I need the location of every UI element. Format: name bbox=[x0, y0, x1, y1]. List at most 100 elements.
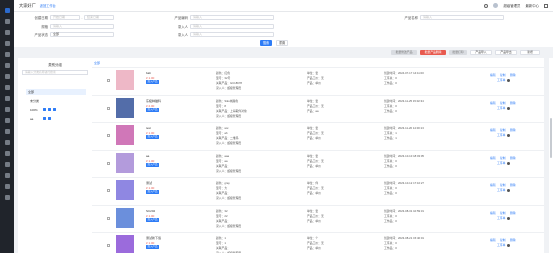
add-product-tag[interactable]: 加入产品 bbox=[146, 217, 160, 222]
add-product-tag[interactable]: 加入产品 bbox=[146, 135, 160, 139]
search-icon[interactable] bbox=[484, 3, 489, 8]
delete-link[interactable]: 删除 bbox=[510, 238, 516, 242]
scrollbar-thumb[interactable] bbox=[550, 118, 552, 158]
more-icon[interactable] bbox=[507, 106, 510, 110]
delete-category-icon[interactable] bbox=[53, 108, 56, 111]
row-checkbox[interactable] bbox=[107, 244, 110, 247]
search-button[interactable]: 搜索 bbox=[260, 40, 272, 46]
copy-link[interactable]: 复制 bbox=[500, 183, 506, 187]
box-icon[interactable] bbox=[4, 52, 10, 57]
message-icon[interactable] bbox=[4, 151, 10, 156]
folder-icon[interactable] bbox=[4, 173, 10, 178]
process-sheet-link[interactable]: 工序单 bbox=[497, 188, 505, 192]
spec-input[interactable]: 请输入 bbox=[50, 24, 114, 29]
delete-link[interactable]: 删除 bbox=[510, 156, 516, 160]
process-sheet-link[interactable]: 工序单 bbox=[497, 133, 505, 137]
category-node-uncategorized[interactable]: 未分类 bbox=[30, 99, 39, 103]
edit-category-icon[interactable] bbox=[48, 117, 51, 120]
add-category-icon[interactable] bbox=[43, 108, 46, 111]
row-checkbox[interactable] bbox=[107, 79, 110, 82]
batch-print-button[interactable]: 批量打印 bbox=[449, 50, 467, 55]
tab-all[interactable]: 全部 bbox=[94, 61, 100, 65]
entry-input[interactable]: 请输入 bbox=[190, 24, 274, 29]
edit-link[interactable]: 编辑 bbox=[490, 73, 496, 77]
add-button[interactable]: 新增 bbox=[520, 50, 540, 55]
user-menu[interactable]: 最新中心 bbox=[525, 3, 539, 8]
copy-link[interactable]: 复制 bbox=[500, 238, 506, 242]
cart-icon[interactable] bbox=[4, 63, 10, 68]
import-button[interactable]: 产品导入 bbox=[470, 50, 492, 55]
delete-link[interactable]: 删除 bbox=[510, 183, 516, 187]
row-checkbox[interactable] bbox=[107, 216, 110, 220]
copy-link[interactable]: 复制 bbox=[500, 128, 506, 132]
category-node-aa[interactable]: aa bbox=[30, 117, 33, 121]
edit-link[interactable]: 编辑 bbox=[490, 183, 496, 187]
home-icon[interactable] bbox=[4, 8, 10, 13]
created-end-input[interactable]: 结束日期 bbox=[84, 15, 114, 20]
scrollbar[interactable] bbox=[549, 58, 553, 253]
avatar[interactable] bbox=[493, 3, 499, 8]
money-icon[interactable] bbox=[4, 107, 10, 112]
delete-link[interactable]: 删除 bbox=[510, 101, 516, 105]
help-icon[interactable] bbox=[4, 184, 10, 189]
grid-icon[interactable] bbox=[4, 19, 10, 24]
edit-category-icon[interactable] bbox=[48, 108, 51, 111]
add-product-tag[interactable]: 加入产品 bbox=[146, 245, 160, 249]
add-product-tag[interactable]: 加入产品 bbox=[146, 162, 160, 167]
status-select[interactable]: 全部 bbox=[50, 32, 114, 37]
more-icon[interactable] bbox=[507, 189, 510, 192]
user-icon[interactable] bbox=[4, 74, 10, 79]
gear-icon[interactable] bbox=[4, 140, 10, 145]
copy-link[interactable]: 复制 bbox=[500, 156, 506, 160]
category-node-all[interactable]: 全部 bbox=[26, 89, 86, 95]
add-category-icon[interactable] bbox=[43, 117, 46, 120]
list-icon[interactable] bbox=[4, 30, 10, 35]
edit-link[interactable]: 编辑 bbox=[490, 128, 496, 132]
user-name[interactable]: 超级管理员 bbox=[503, 3, 520, 8]
row-checkbox[interactable] bbox=[107, 161, 110, 165]
doc-icon[interactable] bbox=[4, 118, 10, 123]
copy-link[interactable]: 复制 bbox=[500, 101, 506, 105]
edit-link[interactable]: 编辑 bbox=[490, 101, 496, 105]
copy-link[interactable]: 复制 bbox=[500, 73, 506, 77]
process-sheet-link[interactable]: 工序单 bbox=[497, 161, 505, 165]
more-icon[interactable] bbox=[507, 244, 510, 247]
category-node-100[interactable]: 100% bbox=[30, 108, 38, 112]
delete-link[interactable]: 删除 bbox=[510, 73, 516, 77]
more-icon[interactable] bbox=[507, 79, 510, 82]
bell-icon[interactable] bbox=[4, 162, 10, 167]
process-sheet-link[interactable]: 工序单 bbox=[497, 106, 505, 110]
process-sheet-link[interactable]: 工序单 bbox=[497, 216, 505, 220]
edit-link[interactable]: 编辑 bbox=[490, 156, 496, 160]
product-name-input[interactable]: 请输入 bbox=[420, 15, 504, 20]
more-icon[interactable] bbox=[507, 216, 510, 220]
creator-input[interactable]: 请输入 bbox=[190, 32, 274, 37]
edit-link[interactable]: 编辑 bbox=[490, 211, 496, 215]
process-sheet-link[interactable]: 工序单 bbox=[497, 78, 505, 82]
process-sheet-link[interactable]: 工序单 bbox=[497, 243, 505, 247]
category-search-input[interactable]: 请输入分类名称进行搜索 bbox=[22, 70, 88, 75]
delete-link[interactable]: 删除 bbox=[510, 211, 516, 215]
back-to-workbench-link[interactable]: 返回工作台 bbox=[40, 3, 56, 8]
add-product-tag[interactable]: 加入产品 bbox=[146, 80, 160, 84]
tag-icon[interactable] bbox=[4, 85, 10, 90]
delete-link[interactable]: 删除 bbox=[510, 128, 516, 132]
chart-icon[interactable] bbox=[4, 41, 10, 46]
reset-button[interactable]: 重置 bbox=[276, 40, 288, 46]
row-checkbox[interactable] bbox=[107, 189, 110, 192]
more-icon[interactable] bbox=[507, 134, 510, 137]
truck-icon[interactable] bbox=[4, 96, 10, 101]
row-checkbox[interactable] bbox=[107, 134, 110, 137]
setting-icon[interactable] bbox=[4, 195, 10, 200]
batch-delete-button[interactable]: 批量产品删除 bbox=[420, 50, 446, 55]
add-product-tag[interactable]: 加入产品 bbox=[146, 190, 160, 194]
more-icon[interactable] bbox=[507, 161, 510, 165]
row-checkbox[interactable] bbox=[107, 106, 110, 110]
product-code-input[interactable]: 请输入 bbox=[190, 15, 274, 20]
star-icon[interactable] bbox=[4, 129, 10, 134]
copy-link[interactable]: 复制 bbox=[500, 211, 506, 215]
created-start-input[interactable]: 开始日期 bbox=[50, 15, 80, 20]
batch-edit-button[interactable]: 批量修改产品 bbox=[391, 50, 417, 55]
export-button[interactable]: 产品导出 bbox=[495, 50, 517, 55]
add-product-tag[interactable]: 加入产品 bbox=[146, 107, 160, 112]
